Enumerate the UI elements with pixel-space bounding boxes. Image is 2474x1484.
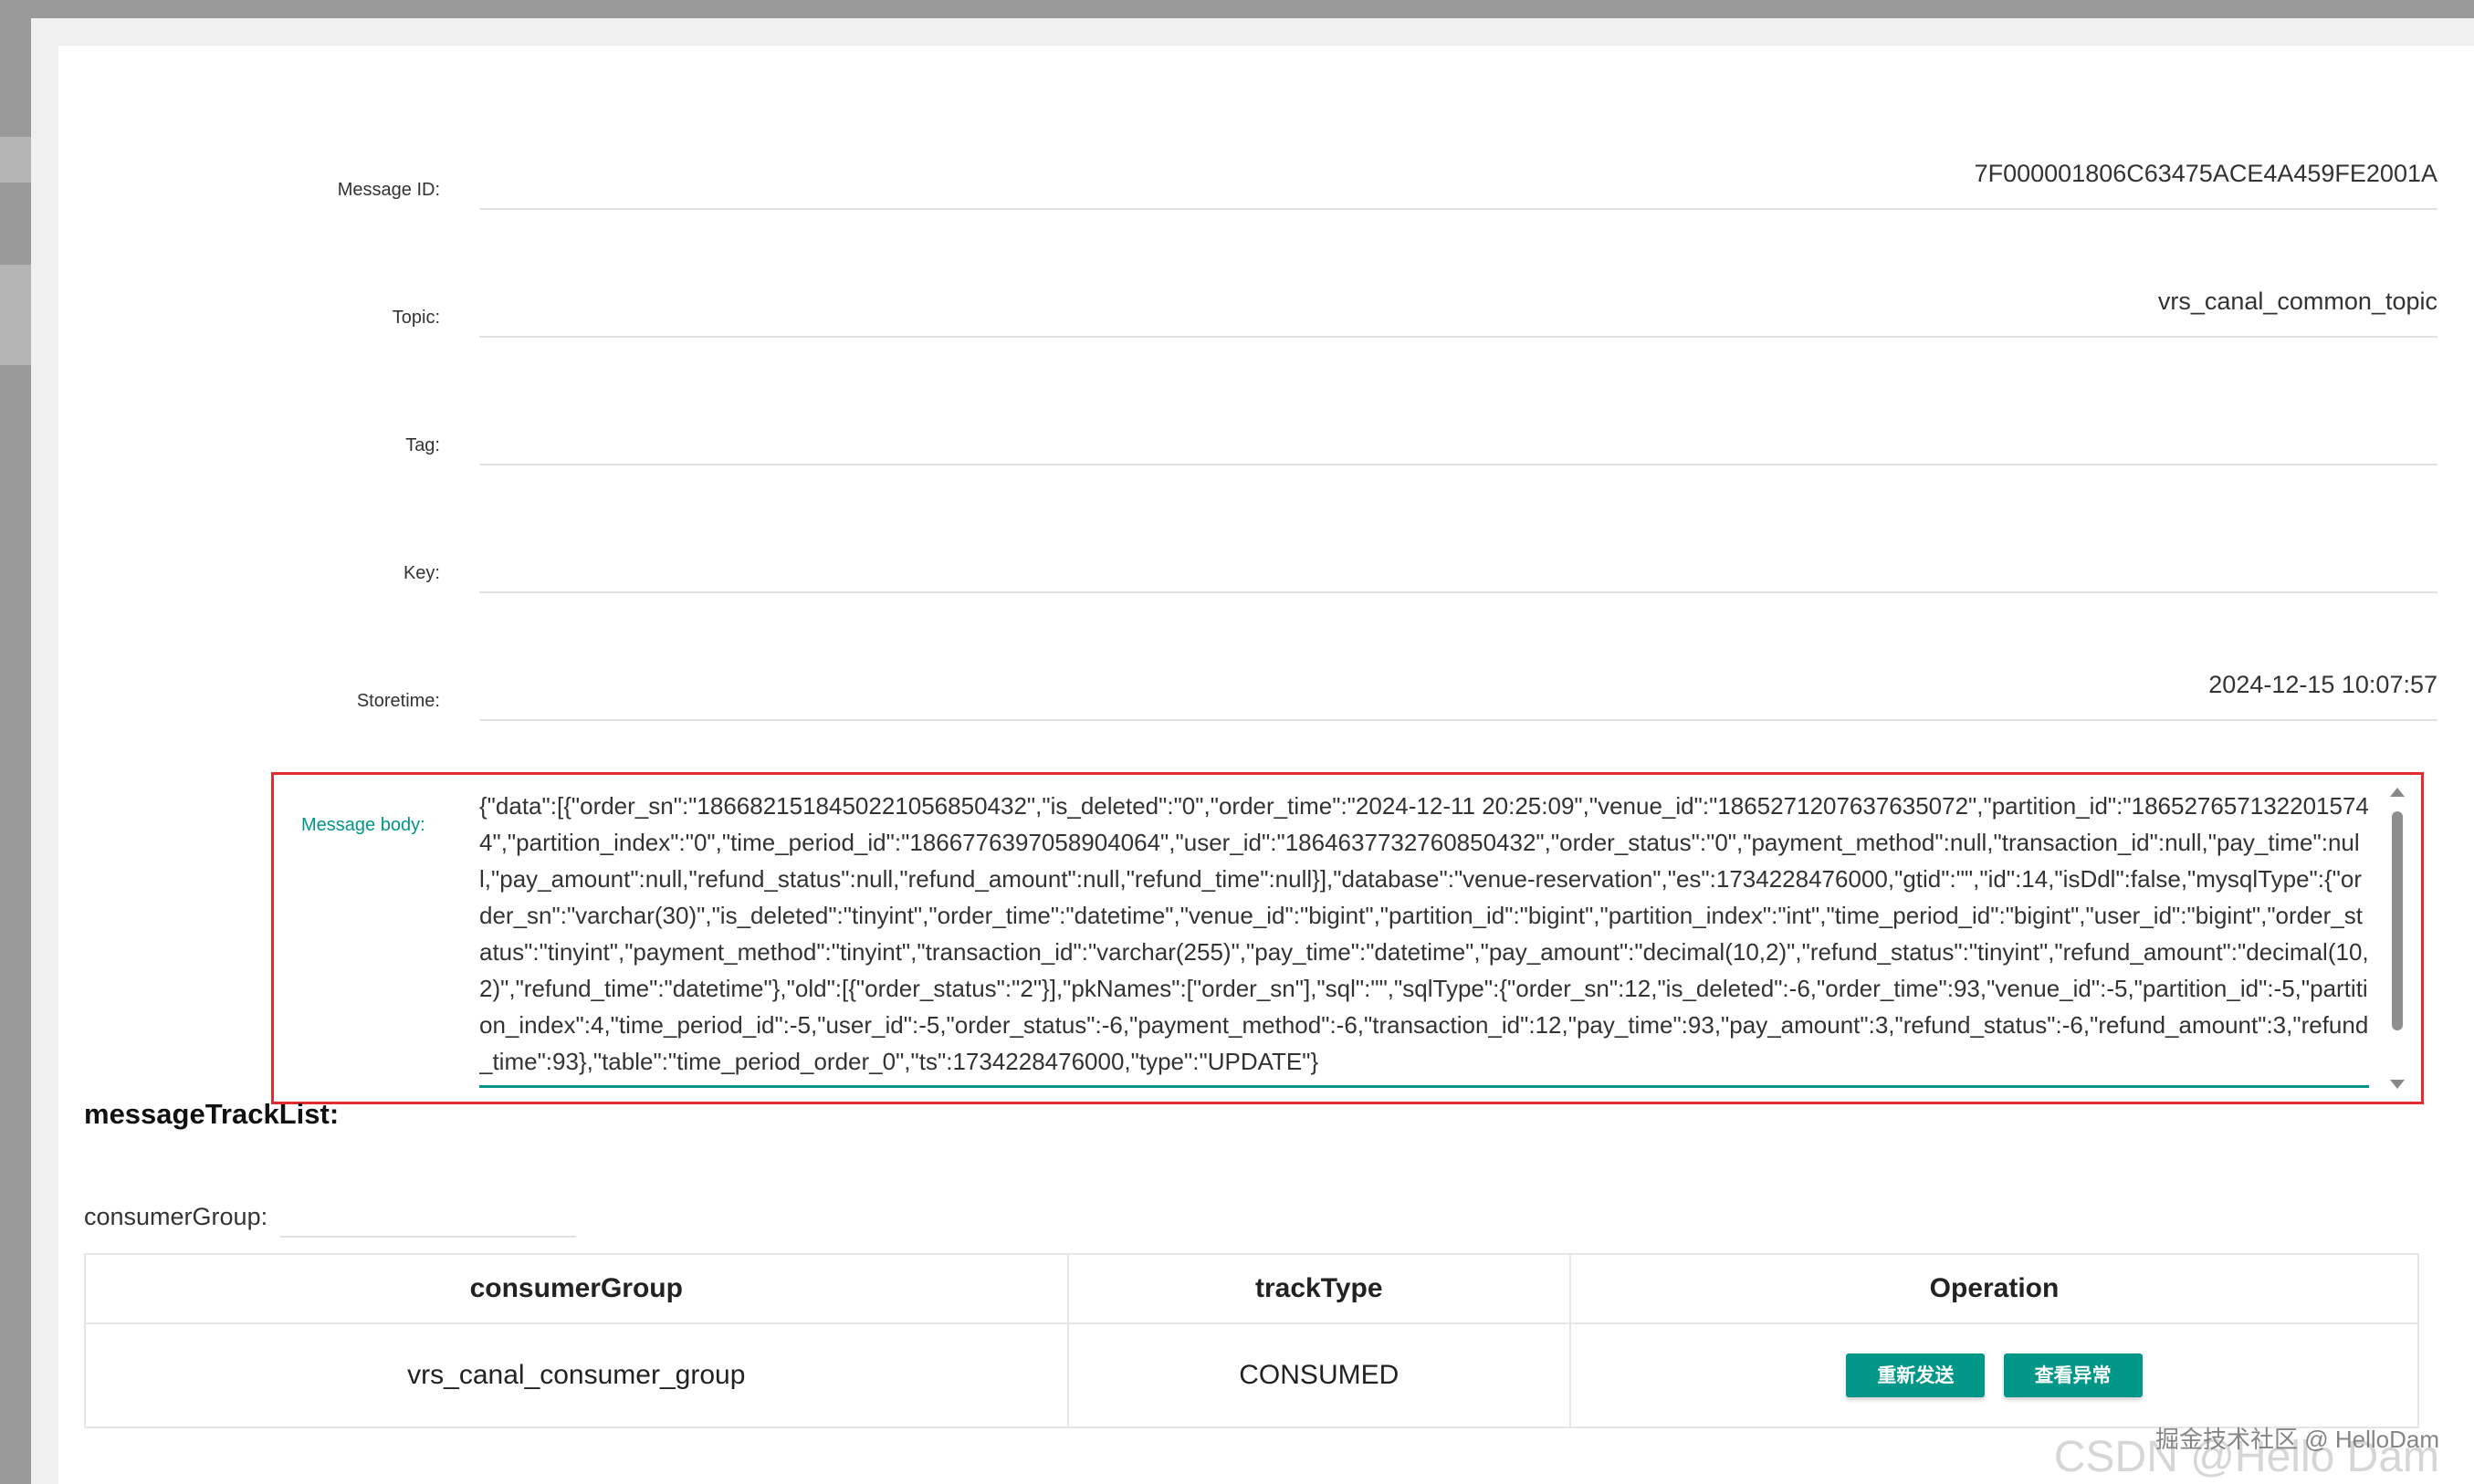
table-row: vrs_canal_consumer_group CONSUMED 重新发送 查… bbox=[84, 1322, 2419, 1428]
message-detail-dialog: × Message ID: 7F000001806C63475ACE4A459F… bbox=[31, 18, 2474, 1484]
field-label: Storetime: bbox=[356, 691, 440, 711]
track-type-cell: CONSUMED bbox=[1066, 1322, 1572, 1428]
field-message-id: Message ID: 7F000001806C63475ACE4A459FE2… bbox=[58, 119, 2437, 210]
scroll-down-arrow-icon[interactable] bbox=[2390, 1080, 2405, 1089]
message-body-highlight: Message body: {"data":[{"order_sn":"1866… bbox=[271, 772, 2424, 1104]
field-label: Key: bbox=[403, 563, 440, 583]
consumer-group-filter-label: consumerGroup: bbox=[84, 1203, 268, 1230]
tag-value[interactable] bbox=[479, 411, 2437, 465]
backdrop-strip bbox=[0, 137, 31, 183]
field-label: Topic: bbox=[392, 308, 440, 328]
scroll-thumb[interactable] bbox=[2392, 811, 2403, 1030]
message-body-textarea[interactable]: {"data":[{"order_sn":"186682151845022105… bbox=[479, 788, 2369, 1087]
field-topic: Topic: vrs_canal_common_topic bbox=[58, 246, 2437, 338]
scroll-up-arrow-icon[interactable] bbox=[2390, 788, 2405, 797]
consumer-group-cell: vrs_canal_consumer_group bbox=[84, 1322, 1069, 1428]
field-label: Tag: bbox=[405, 435, 440, 455]
field-tag: Tag: bbox=[58, 374, 2437, 465]
watermark-line-1: 掘金技术社区 @ HelloDam bbox=[2155, 1426, 2439, 1453]
key-value[interactable] bbox=[479, 538, 2437, 593]
textarea-scrollbar[interactable] bbox=[2390, 788, 2405, 1089]
view-exception-button[interactable]: 查看异常 bbox=[2003, 1353, 2143, 1397]
consumer-group-filter-input[interactable] bbox=[280, 1188, 576, 1238]
resend-button[interactable]: 重新发送 bbox=[1846, 1353, 1986, 1397]
watermark: 掘金技术社区 @ HelloDam CSDN @Hello Dam bbox=[2054, 1426, 2439, 1482]
topic-value[interactable]: vrs_canal_common_topic bbox=[479, 283, 2437, 338]
field-storetime: Storetime: 2024-12-15 10:07:57 bbox=[58, 630, 2437, 721]
column-header: trackType bbox=[1066, 1253, 1572, 1324]
column-header: consumerGroup bbox=[84, 1253, 1069, 1324]
track-table: consumerGroup trackType Operation vrs_ca… bbox=[84, 1253, 2419, 1428]
message-id-value[interactable]: 7F000001806C63475ACE4A459FE2001A bbox=[479, 155, 2437, 210]
field-label: Message ID: bbox=[337, 180, 440, 200]
table-header-row: consumerGroup trackType Operation bbox=[84, 1253, 2419, 1324]
message-body-label: Message body: bbox=[301, 815, 425, 835]
storetime-value[interactable]: 2024-12-15 10:07:57 bbox=[479, 666, 2437, 721]
dialog-content: Message ID: 7F000001806C63475ACE4A459FE2… bbox=[58, 46, 2474, 1484]
field-key: Key: bbox=[58, 502, 2437, 593]
track-list-title: messageTrackList: bbox=[84, 1098, 340, 1130]
operation-cell: 重新发送 查看异常 bbox=[1569, 1322, 2419, 1428]
backdrop-strip bbox=[0, 265, 31, 365]
column-header: Operation bbox=[1569, 1253, 2419, 1324]
textarea-focus-underline bbox=[479, 1085, 2369, 1088]
